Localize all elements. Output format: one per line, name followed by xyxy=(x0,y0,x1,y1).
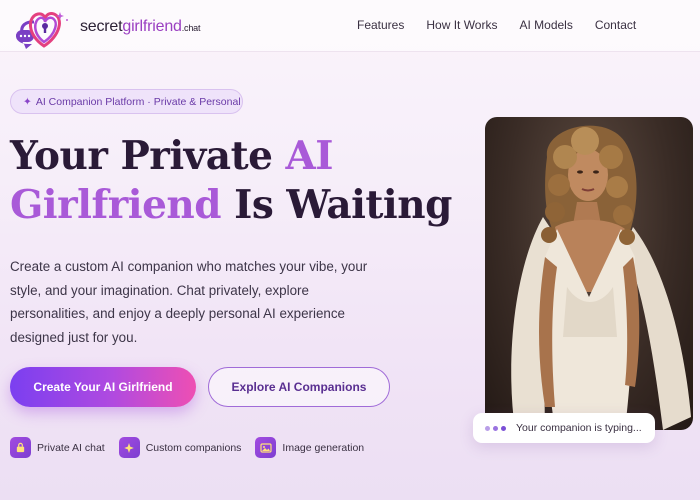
feature-list: Private AI chat Custom companions Image … xyxy=(10,437,378,458)
hero-title: Your Private AI Girlfriend Is Waiting xyxy=(10,132,470,230)
nav-item-how-it-works[interactable]: How It Works xyxy=(426,18,497,32)
feature-item-custom-companions: Custom companions xyxy=(118,437,242,458)
hero-title-line2-b: Is Waiting xyxy=(221,182,452,228)
hero-title-line2-a: Girlfriend xyxy=(10,182,222,228)
brand-name-part2: girlfriend xyxy=(122,18,182,35)
hero-description: Create a custom AI companion who matches… xyxy=(10,259,368,345)
sparkle-icon: ✦ xyxy=(23,95,32,108)
sparkle-icon xyxy=(118,437,140,458)
nav-item-contact[interactable]: Contact xyxy=(595,18,636,32)
hero-title-line1-b: AI xyxy=(285,133,333,179)
feature-label: Custom companions xyxy=(145,441,242,454)
typing-text: Your companion is typing... xyxy=(516,422,642,434)
feature-item-image-generation: Image generation xyxy=(255,437,364,458)
main-nav: Features How It Works AI Models Contact xyxy=(357,18,658,32)
lock-icon xyxy=(10,437,31,458)
companion-photo xyxy=(485,117,693,430)
explore-companions-button[interactable]: Explore AI Companions xyxy=(208,367,390,407)
hero-title-line1-a: Your Private xyxy=(10,133,286,179)
brand-name[interactable]: secretgirlfriend.chat xyxy=(80,18,200,36)
site-header: secretgirlfriend.chat Features How It Wo… xyxy=(0,0,700,52)
heart-chat-logo-icon[interactable] xyxy=(12,6,76,50)
hero-badge-label: AI Companion Platform · Private & Person… xyxy=(35,95,241,108)
nav-item-ai-models[interactable]: AI Models xyxy=(519,18,572,32)
image-icon xyxy=(255,437,277,458)
brand-name-part1: secret xyxy=(80,18,123,35)
nav-item-features[interactable]: Features xyxy=(357,18,404,32)
hero-badge: ✦ AI Companion Platform · Private & Pers… xyxy=(10,89,243,114)
brand-name-part3: .chat xyxy=(181,23,201,33)
feature-label: Image generation xyxy=(282,441,365,454)
typing-dots-icon xyxy=(485,425,509,431)
feature-item-private-chat: Private AI chat xyxy=(10,437,105,458)
feature-label: Private AI chat xyxy=(37,441,105,454)
create-ai-girlfriend-button[interactable]: Create Your AI Girlfriend xyxy=(10,367,196,407)
typing-indicator: Your companion is typing... xyxy=(473,413,655,443)
